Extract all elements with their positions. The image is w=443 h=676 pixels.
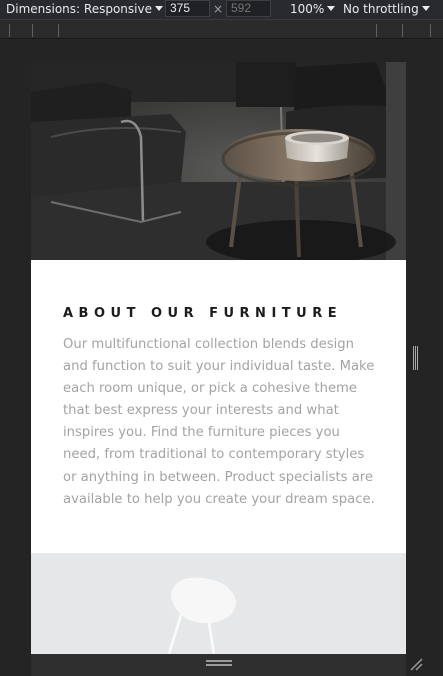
throttling-dropdown[interactable]: No throttling (343, 0, 430, 19)
media-query-bar[interactable] (0, 19, 443, 39)
about-section: ABOUT OUR FURNITURE Our multifunctional … (31, 260, 406, 553)
ruler-tick (58, 24, 59, 37)
ruler-tick (402, 24, 403, 37)
viewport-bottom-bar (31, 654, 406, 676)
device-frame-right (406, 40, 443, 676)
hero-image (31, 62, 406, 260)
zoom-label: 100% (290, 2, 325, 16)
viewport-resize-handle-right[interactable] (413, 346, 418, 370)
ruler-tick (32, 24, 33, 37)
zoom-dropdown[interactable]: 100% (290, 0, 336, 19)
chair-image (31, 553, 406, 654)
ruler-tick (376, 24, 377, 37)
dimension-separator: × (213, 2, 224, 16)
ruler-tick (430, 24, 431, 37)
viewport-resize-handle-bottom[interactable] (206, 660, 232, 666)
section-body-text: Our multifunctional collection blends de… (63, 337, 375, 507)
height-input[interactable] (226, 0, 271, 17)
throttling-label: No throttling (343, 2, 419, 16)
chevron-down-icon (421, 6, 430, 11)
chevron-down-icon (154, 6, 163, 11)
dimensions-dropdown[interactable]: Dimensions: Responsive (6, 0, 163, 19)
device-toolbar: Dimensions: Responsive × 100% No throttl… (0, 0, 443, 19)
device-frame-left (0, 40, 31, 676)
section-heading: ABOUT OUR FURNITURE (63, 306, 343, 321)
dimensions-label: Dimensions: Responsive (6, 2, 152, 16)
resize-corner-icon[interactable] (408, 656, 424, 672)
width-input[interactable] (165, 0, 210, 17)
emulated-viewport[interactable]: ABOUT OUR FURNITURE Our multifunctional … (31, 62, 406, 654)
ruler-tick (9, 24, 10, 37)
chevron-down-icon (327, 6, 336, 11)
